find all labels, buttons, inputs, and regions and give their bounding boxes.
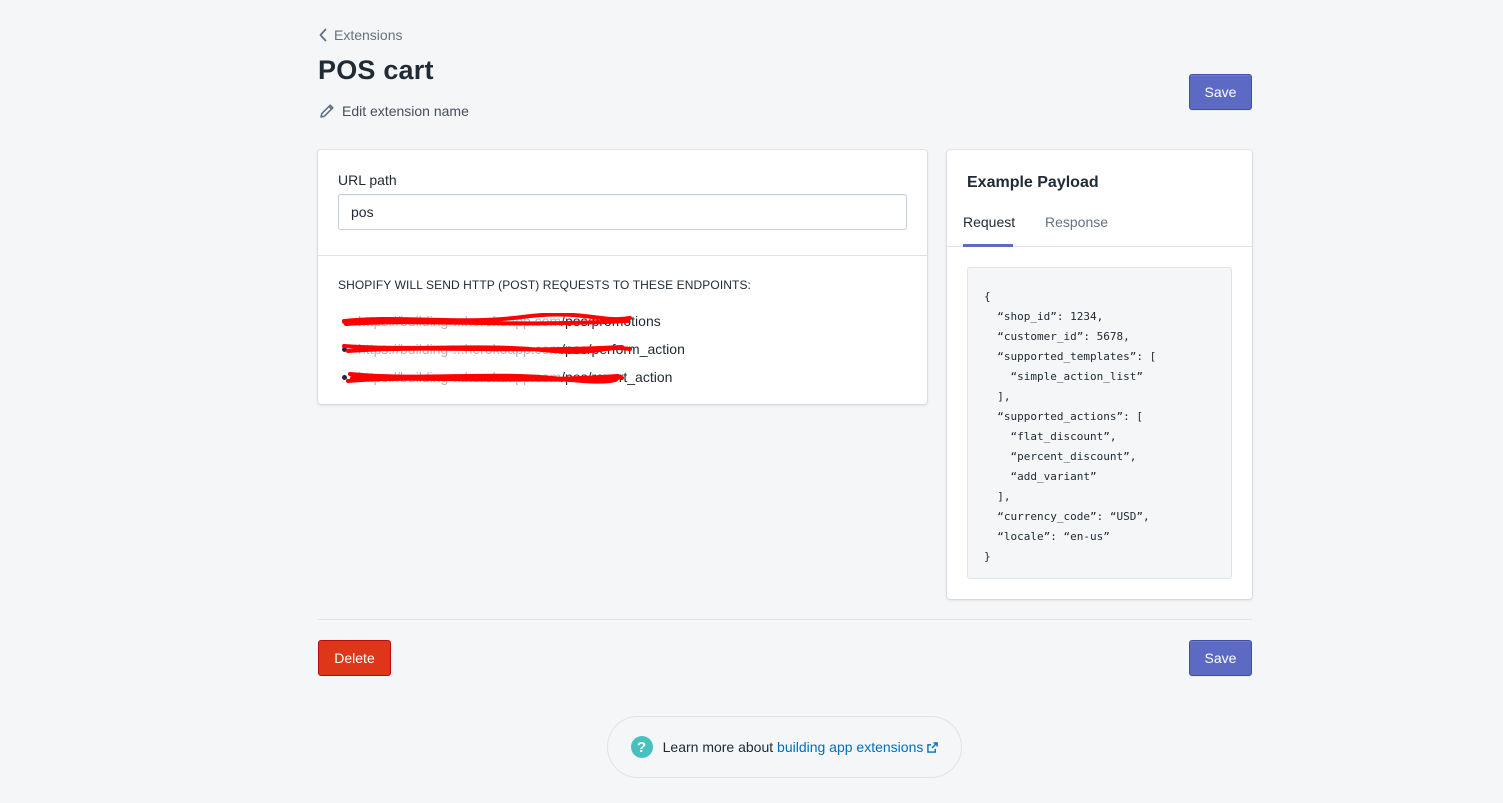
edit-extension-name-label: Edit extension name <box>342 103 469 119</box>
list-item: https://building-...herokuapp.com/pos/pr… <box>338 307 907 335</box>
payload-tabs: Request Response <box>947 210 1252 247</box>
endpoint-path: /pos/revert_action <box>561 369 673 385</box>
chevron-left-icon <box>319 28 327 42</box>
divider <box>318 619 1252 620</box>
pencil-icon <box>320 104 334 118</box>
example-payload-card: Example Payload Request Response { “shop… <box>947 150 1252 599</box>
url-path-label: URL path <box>338 172 397 188</box>
delete-button[interactable]: Delete <box>318 640 391 676</box>
url-card: URL path pos SHOPIFY WILL SEND HTTP (POS… <box>318 150 927 404</box>
save-button-bottom[interactable]: Save <box>1189 640 1252 676</box>
edit-extension-name-button[interactable]: Edit extension name <box>318 102 469 120</box>
breadcrumb-label: Extensions <box>334 27 403 43</box>
save-button-top[interactable]: Save <box>1189 74 1252 110</box>
list-item: https://building-...herokuapp.com/pos/re… <box>338 363 907 391</box>
endpoint-host-redacted: https://building-...herokuapp.com <box>358 341 562 357</box>
breadcrumb-extensions[interactable]: Extensions <box>318 27 402 43</box>
building-app-extensions-link[interactable]: building app extensions <box>777 739 939 755</box>
help-prefix: Learn more about <box>662 739 778 755</box>
help-link-label: building app extensions <box>777 739 924 755</box>
endpoint-list: https://building-...herokuapp.com/pos/pr… <box>338 307 907 391</box>
example-payload-title: Example Payload <box>967 174 1099 191</box>
payload-code: { “shop_id”: 1234, “customer_id”: 5678, … <box>984 290 1157 563</box>
list-item: https://building-...herokuapp.com/pos/pe… <box>338 335 907 363</box>
endpoint-host-redacted: https://building-...herokuapp.com <box>358 369 562 385</box>
url-path-section: URL path pos <box>318 150 927 256</box>
tab-response[interactable]: Response <box>1045 210 1108 247</box>
help-text: Learn more about building app extensions <box>663 739 939 755</box>
endpoints-heading: SHOPIFY WILL SEND HTTP (POST) REQUESTS T… <box>338 278 751 292</box>
endpoint-host-redacted: https://building-...herokuapp.com <box>358 313 562 329</box>
url-path-input[interactable]: pos <box>338 194 907 230</box>
page-title: POS cart <box>318 55 434 85</box>
payload-code-block: { “shop_id”: 1234, “customer_id”: 5678, … <box>967 267 1232 579</box>
tab-request[interactable]: Request <box>963 210 1015 247</box>
endpoint-path: /pos/promotions <box>561 313 661 329</box>
endpoints-section: SHOPIFY WILL SEND HTTP (POST) REQUESTS T… <box>318 256 927 411</box>
footer-help: ? Learn more about building app extensio… <box>607 716 962 778</box>
question-icon: ? <box>630 736 653 758</box>
external-link-icon <box>927 742 939 753</box>
endpoint-path: /pos/perform_action <box>561 341 685 357</box>
